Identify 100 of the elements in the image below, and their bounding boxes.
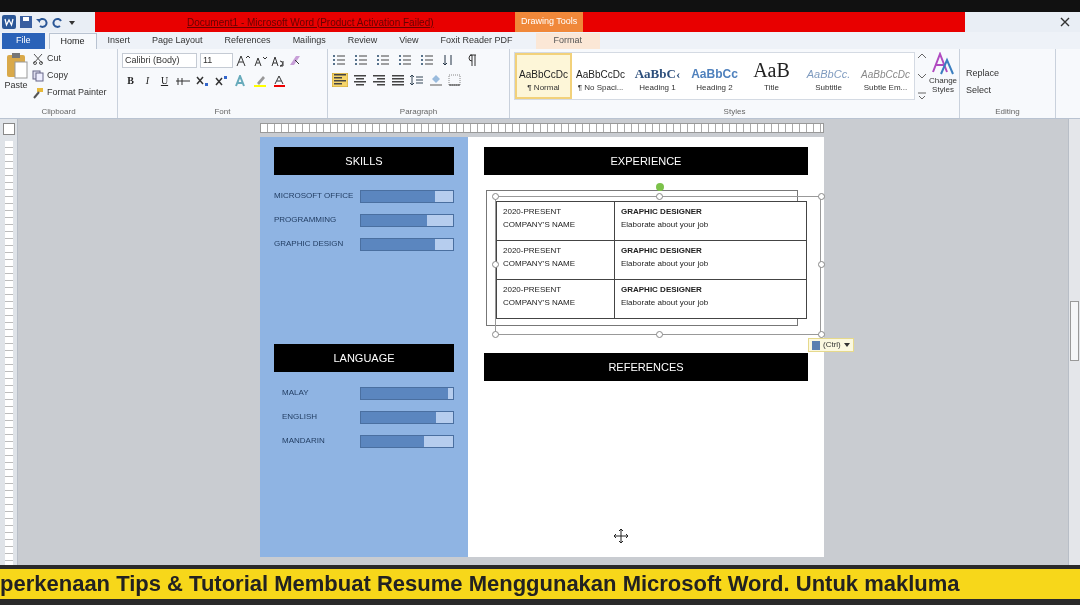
more-styles-icon[interactable] bbox=[917, 92, 927, 100]
resize-handle[interactable] bbox=[656, 193, 663, 200]
style-sample: AaBbCc bbox=[691, 68, 738, 80]
ribbon-tab[interactable]: Home bbox=[48, 33, 97, 49]
scrollbar-thumb[interactable] bbox=[1070, 301, 1079, 361]
font-color-icon[interactable] bbox=[273, 74, 286, 87]
style-name: Subtitle bbox=[815, 82, 842, 94]
format-button[interactable]: U bbox=[159, 73, 170, 88]
paintbrush-icon bbox=[32, 87, 44, 99]
skill-label: MANDARIN bbox=[282, 435, 325, 447]
scroll-down-icon[interactable] bbox=[917, 72, 927, 80]
ribbon-tab[interactable]: Page Layout bbox=[141, 33, 214, 49]
paste-button[interactable]: Paste bbox=[4, 52, 28, 106]
skill-label: PROGRAMMING bbox=[274, 214, 337, 226]
change-styles-button[interactable]: Change Styles bbox=[929, 52, 958, 106]
skill-label: ENGLISH bbox=[282, 411, 318, 423]
skill-label: GRAPHIC DESIGN bbox=[274, 238, 344, 250]
rotate-handle[interactable] bbox=[656, 183, 664, 191]
close-icon[interactable] bbox=[1060, 17, 1070, 27]
highlighter-icon[interactable] bbox=[253, 74, 267, 87]
style-gallery-item[interactable]: AaBbCc. Subtitle bbox=[800, 53, 857, 99]
company-name: COMPANY'S NAME bbox=[503, 219, 577, 231]
job-description: Elaborate about your job bbox=[621, 297, 710, 309]
font-name-field[interactable]: Calibri (Body) bbox=[122, 53, 197, 68]
copy-icon bbox=[32, 70, 44, 82]
grow-font-icon[interactable] bbox=[236, 54, 251, 67]
group-label: Paragraph bbox=[399, 106, 438, 118]
bullets-icon[interactable] bbox=[332, 54, 346, 66]
skill-label: MALAY bbox=[282, 387, 309, 399]
align-center-icon[interactable] bbox=[353, 74, 367, 86]
style-gallery-item[interactable]: AaB Title bbox=[743, 53, 800, 99]
style-sample: AaBbCcDc bbox=[576, 70, 625, 80]
style-gallery-item[interactable]: AaBbCcDc ¶ No Spaci... bbox=[572, 53, 629, 99]
align-left-icon[interactable] bbox=[332, 73, 348, 87]
resize-handle[interactable] bbox=[492, 261, 499, 268]
style-name: Heading 1 bbox=[639, 82, 676, 94]
section-heading: LANGUAGE bbox=[274, 344, 454, 372]
caption-text: perkenaan Tips & Tutorial Membuat Resume Menggunakan Microsoft Word. Untuk makluma bbox=[0, 569, 1080, 599]
resize-handle[interactable] bbox=[656, 331, 663, 338]
clipboard-command[interactable]: Copy bbox=[32, 69, 107, 83]
change-case-icon[interactable] bbox=[271, 54, 285, 67]
company-name: COMPANY'S NAME bbox=[503, 258, 577, 270]
shrink-font-icon[interactable] bbox=[254, 54, 268, 67]
font-size-field[interactable]: 11 bbox=[200, 53, 233, 68]
align-right-icon[interactable] bbox=[372, 74, 386, 86]
resize-handle[interactable] bbox=[818, 261, 825, 268]
editing-command[interactable]: Replace bbox=[966, 67, 1049, 81]
group-label: Clipboard bbox=[41, 106, 76, 118]
window-title: Document1 - Microsoft Word (Product Activation Failed) bbox=[187, 15, 434, 30]
resize-handle[interactable] bbox=[818, 193, 825, 200]
redo-icon[interactable] bbox=[52, 16, 64, 28]
style-gallery-item[interactable]: AaBbCc Heading 2 bbox=[686, 53, 743, 99]
section-heading: SKILLS bbox=[274, 147, 454, 175]
style-gallery-item[interactable]: AaBbCcDc ¶ Normal bbox=[515, 53, 572, 99]
clipboard-command[interactable]: Format Painter bbox=[32, 86, 107, 100]
letters-icon bbox=[932, 52, 954, 76]
date-range: 2020-PRESENT bbox=[503, 245, 563, 257]
context-tab-label: Drawing Tools bbox=[515, 12, 584, 32]
style-name: Subtle Em... bbox=[863, 82, 908, 94]
ribbon-tab[interactable]: Review bbox=[336, 33, 389, 49]
style-gallery-item[interactable]: AaBbC‹ Heading 1 bbox=[629, 53, 686, 99]
section-heading: REFERENCES bbox=[484, 353, 808, 381]
resize-handle[interactable] bbox=[492, 331, 499, 338]
clipboard-command[interactable]: Cut bbox=[32, 52, 107, 66]
ribbon-tab[interactable]: View bbox=[388, 33, 430, 49]
style-gallery-item[interactable]: AaBbCcDc Subtle Em... bbox=[857, 53, 914, 99]
undo-icon[interactable] bbox=[36, 16, 48, 28]
ribbon-tab[interactable]: File bbox=[2, 33, 45, 49]
style-sample: AaBbC‹ bbox=[634, 67, 681, 80]
justify-icon[interactable] bbox=[391, 74, 405, 86]
clipboard-icon[interactable] bbox=[4, 52, 28, 79]
ribbon-tab[interactable]: Format bbox=[535, 33, 601, 49]
borders-icon[interactable] bbox=[448, 74, 462, 86]
caret-icon[interactable] bbox=[842, 341, 851, 349]
superscript-icon[interactable] bbox=[215, 74, 228, 87]
job-title: GRAPHIC DESIGNER bbox=[621, 284, 703, 296]
paste-options-button[interactable]: (Ctrl) bbox=[808, 338, 854, 352]
format-button[interactable]: I bbox=[142, 73, 153, 88]
format-button[interactable]: B bbox=[125, 73, 136, 88]
resize-handle[interactable] bbox=[492, 193, 499, 200]
style-name: ¶ Normal bbox=[527, 82, 560, 94]
scroll-up-icon[interactable] bbox=[917, 52, 927, 60]
ribbon-tab[interactable]: References bbox=[213, 33, 282, 49]
date-range: 2020-PRESENT bbox=[503, 284, 563, 296]
group-label: Font bbox=[214, 106, 231, 118]
editing-command[interactable]: Select bbox=[966, 83, 1049, 97]
scissors-icon bbox=[32, 53, 44, 65]
word-logo-icon[interactable] bbox=[2, 15, 16, 29]
ribbon-tab[interactable]: Mailings bbox=[281, 33, 337, 49]
ribbon-tab[interactable]: Insert bbox=[96, 33, 142, 49]
style-name: Heading 2 bbox=[696, 82, 733, 94]
style-sample: AaBbCcDc bbox=[519, 70, 568, 80]
ribbon-tab[interactable]: Foxit Reader PDF bbox=[429, 33, 524, 49]
ruler-toggle-button[interactable] bbox=[2, 123, 15, 135]
subscript-icon[interactable] bbox=[196, 74, 209, 87]
style-sample: AaB bbox=[753, 60, 790, 80]
save-icon[interactable] bbox=[20, 16, 32, 28]
job-description: Elaborate about your job bbox=[621, 258, 710, 270]
line-spacing-icon[interactable] bbox=[410, 74, 424, 86]
group-label: Styles bbox=[723, 106, 746, 118]
